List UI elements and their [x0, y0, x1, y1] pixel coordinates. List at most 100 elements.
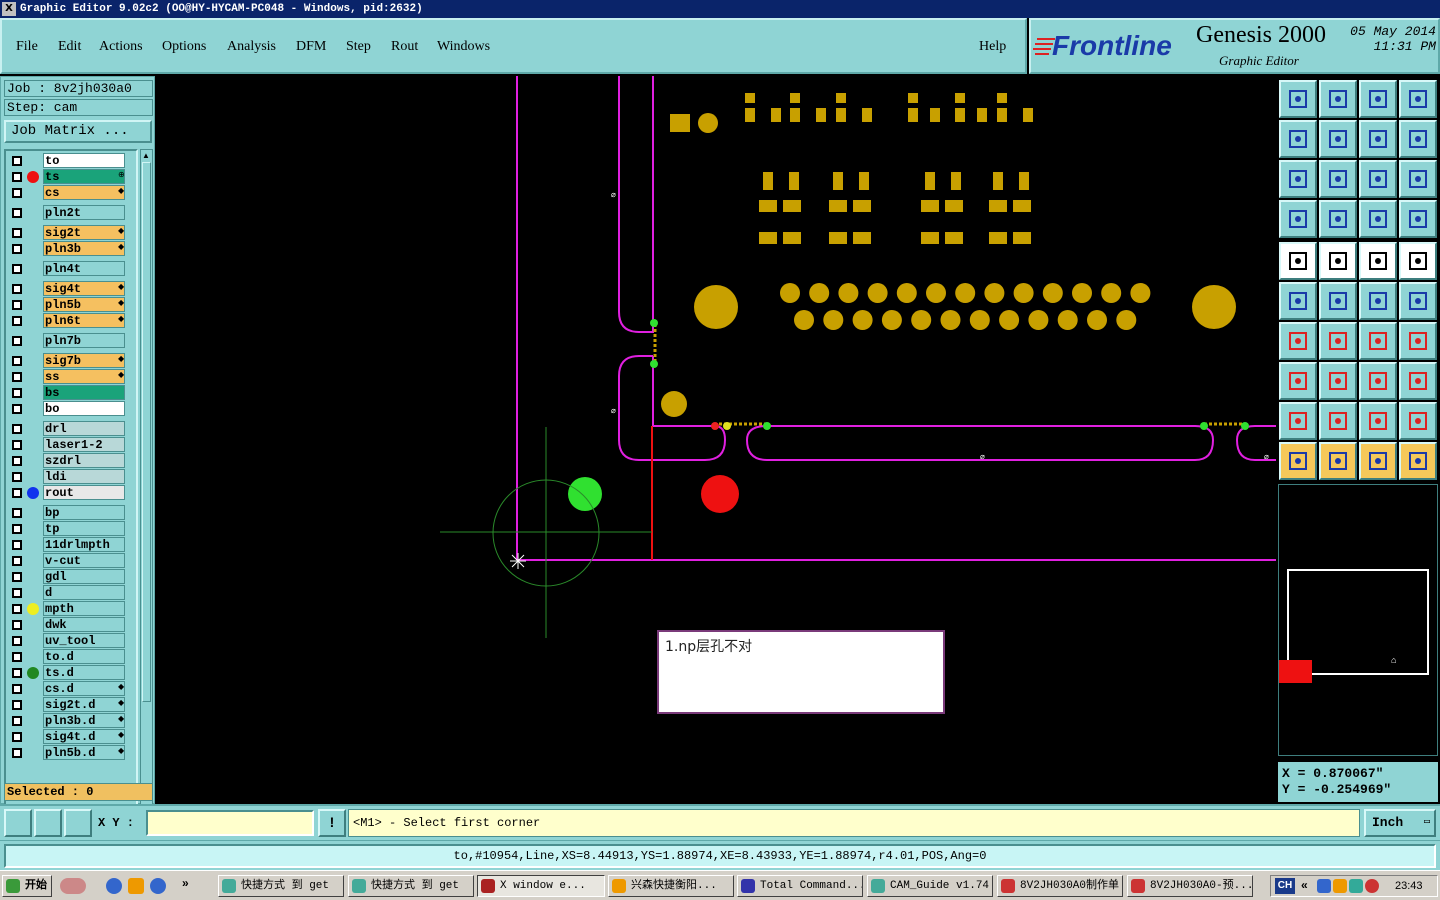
menu-help[interactable]: Help	[979, 39, 1006, 55]
messenger-icon[interactable]	[60, 878, 86, 894]
pointer2-icon[interactable]	[1319, 442, 1357, 480]
layer-row[interactable]: ts.d	[6, 665, 136, 681]
layer-name[interactable]: ts	[43, 169, 125, 184]
refresh-icon[interactable]	[1399, 120, 1437, 158]
triangle3-icon[interactable]	[1359, 402, 1397, 440]
add-icon[interactable]	[1279, 362, 1317, 400]
task-shortcut-1[interactable]: 快捷方式 到 get	[218, 875, 344, 897]
layer-name[interactable]: gdl	[43, 569, 125, 584]
open-job-icon[interactable]	[1279, 80, 1317, 118]
ie-icon[interactable]	[106, 878, 122, 894]
unit-selector[interactable]: Inch ▭	[1364, 809, 1436, 837]
layer-row[interactable]: v-cut	[6, 553, 136, 569]
layer-name[interactable]: to.d	[43, 649, 125, 664]
layer-checkbox[interactable]	[12, 556, 22, 566]
layer-name[interactable]: 11drlmpth	[43, 537, 125, 552]
select-icon[interactable]	[1399, 442, 1437, 480]
pad-icon[interactable]	[1279, 242, 1317, 280]
layer-checkbox[interactable]	[12, 524, 22, 534]
triangle-icon[interactable]	[1279, 402, 1317, 440]
menu-windows[interactable]: Windows	[437, 39, 490, 55]
layer-checkbox[interactable]	[12, 316, 22, 326]
menu-step[interactable]: Step	[346, 39, 371, 55]
layer-checkbox[interactable]	[12, 700, 22, 710]
layer-row[interactable]: 11drlmpth	[6, 537, 136, 553]
layer-name[interactable]: bo	[43, 401, 125, 416]
zoom-in-icon[interactable]	[1279, 120, 1317, 158]
layer-checkbox[interactable]	[12, 156, 22, 166]
layer-checkbox[interactable]	[12, 588, 22, 598]
layer-checkbox[interactable]	[12, 244, 22, 254]
task-xwindow[interactable]: X window e...	[477, 875, 605, 897]
layer-checkbox[interactable]	[12, 284, 22, 294]
layer-name[interactable]: szdrl	[43, 453, 125, 468]
measure-icon[interactable]	[1359, 242, 1397, 280]
layer-row[interactable]: pln4t	[6, 261, 136, 277]
layer-checkbox[interactable]	[12, 388, 22, 398]
layer-name[interactable]: pln5b	[43, 297, 125, 312]
layer2-icon[interactable]	[1399, 200, 1437, 238]
minus-icon[interactable]	[1319, 362, 1357, 400]
lang-indicator[interactable]: CH	[1275, 878, 1295, 894]
cross-icon[interactable]	[1319, 282, 1357, 320]
layer-row[interactable]: cs.d ◆	[6, 681, 136, 697]
arc-icon[interactable]	[1359, 322, 1397, 360]
layer-name[interactable]: sig7b	[43, 353, 125, 368]
layer-icon[interactable]	[1359, 200, 1397, 238]
window-icon[interactable]	[1399, 80, 1437, 118]
job-matrix-button[interactable]: Job Matrix ...	[4, 120, 152, 143]
layer-checkbox[interactable]	[12, 228, 22, 238]
layer-row[interactable]: sig4t ◆	[6, 281, 136, 297]
layer-name[interactable]: pln7b	[43, 333, 125, 348]
xy-input[interactable]	[146, 810, 314, 836]
pointer-icon[interactable]	[1279, 442, 1317, 480]
layer-checkbox[interactable]	[12, 472, 22, 482]
layer-name[interactable]: v-cut	[43, 553, 125, 568]
task-xingsen[interactable]: 兴森快捷衡阳...	[608, 875, 734, 897]
layer-row[interactable]: ss ◆	[6, 369, 136, 385]
flip-icon[interactable]	[1399, 322, 1437, 360]
fit-icon[interactable]	[1279, 160, 1317, 198]
triangle2-icon[interactable]	[1319, 402, 1357, 440]
layer-name[interactable]: bp	[43, 505, 125, 520]
layer-name[interactable]: d	[43, 585, 125, 600]
snap-icon[interactable]	[4, 809, 32, 837]
layer-name[interactable]: to	[43, 153, 125, 168]
layer-row[interactable]: pln2t	[6, 205, 136, 221]
layer-checkbox[interactable]	[12, 652, 22, 662]
resize-icon[interactable]	[1359, 362, 1397, 400]
tray-icon-2[interactable]	[1333, 879, 1347, 893]
layer-checkbox[interactable]	[12, 604, 22, 614]
angle-icon[interactable]	[1279, 322, 1317, 360]
layer-row[interactable]: rout	[6, 485, 136, 501]
layer-checkbox[interactable]	[12, 456, 22, 466]
tray-icon-3[interactable]	[1349, 879, 1363, 893]
layer-row[interactable]: ldi	[6, 469, 136, 485]
menu-edit[interactable]: Edit	[58, 39, 81, 55]
home-icon[interactable]	[1359, 80, 1397, 118]
task-cam-guide[interactable]: CAM_Guide v1.74	[867, 875, 993, 897]
copy-icon[interactable]	[1399, 362, 1437, 400]
layer-checkbox[interactable]	[12, 748, 22, 758]
save-icon[interactable]	[1319, 80, 1357, 118]
layer-name[interactable]: pln3b	[43, 241, 125, 256]
layer-color-dot[interactable]	[27, 487, 39, 499]
layer-name[interactable]: sig2t	[43, 225, 125, 240]
layer-row[interactable]: pln3b.d ◆	[6, 713, 136, 729]
layer-checkbox[interactable]	[12, 716, 22, 726]
task-shortcut-2[interactable]: 快捷方式 到 get	[348, 875, 474, 897]
layer-name[interactable]: ss	[43, 369, 125, 384]
layer-row[interactable]: to.d	[6, 649, 136, 665]
task-total-commander[interactable]: Total Command...	[737, 875, 863, 897]
layer-name[interactable]: pln3b.d	[43, 713, 125, 728]
layer-checkbox[interactable]	[12, 356, 22, 366]
layer-name[interactable]: tp	[43, 521, 125, 536]
grid-snap-icon[interactable]	[64, 809, 92, 837]
layer-row[interactable]: sig2t.d ◆	[6, 697, 136, 713]
layer-checkbox[interactable]	[12, 508, 22, 518]
overview-panel[interactable]: ⌂	[1278, 484, 1438, 756]
start-button[interactable]: 开始	[2, 875, 52, 897]
layer-name[interactable]: cs	[43, 185, 125, 200]
layer-row[interactable]: szdrl	[6, 453, 136, 469]
menu-dfm[interactable]: DFM	[296, 39, 326, 55]
